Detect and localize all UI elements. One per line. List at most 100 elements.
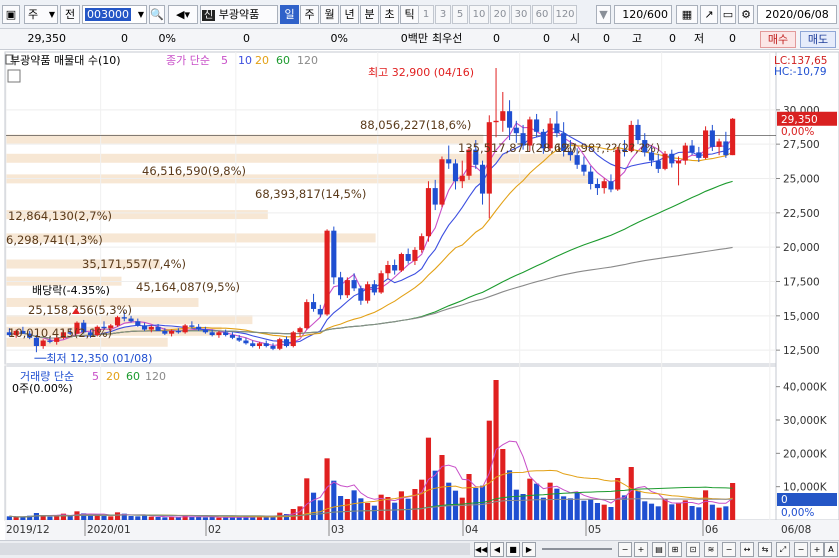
grid-icon[interactable]: ⊡: [686, 542, 700, 557]
volume-bar: [358, 498, 364, 520]
stock-chart[interactable]: 10,010,415(2,1%) 25,158,256(5,3%) 45,164,0…: [0, 50, 839, 540]
date-field[interactable]: 2020/06/08: [757, 5, 837, 24]
high-annotation: 최고 32,900 (04/16): [368, 66, 474, 79]
candle-body: [202, 329, 208, 333]
candle-body: [500, 111, 506, 121]
chevron-down-icon[interactable]: ▼: [596, 5, 611, 24]
volume-bar: [196, 517, 202, 520]
stock-name-field[interactable]: 신 부광약품: [200, 5, 278, 24]
view-mode-icon[interactable]: ▤: [652, 542, 666, 557]
zoom-out-icon[interactable]: −: [618, 542, 632, 557]
candle-body: [250, 343, 256, 347]
market-button[interactable]: 전: [60, 5, 80, 24]
scroll-right-icon[interactable]: ▶: [522, 542, 536, 557]
period-tab-0[interactable]: 일: [280, 5, 299, 24]
ma-legend-period: 60: [276, 54, 290, 67]
expand-icon[interactable]: ↔: [740, 542, 754, 557]
x-axis-label: 06: [705, 524, 719, 536]
increase-icon[interactable]: +: [810, 542, 824, 557]
history-scrollbar[interactable]: [0, 543, 470, 555]
candle-body: [675, 160, 682, 164]
indicator-icon[interactable]: ≋: [704, 542, 718, 557]
chart-type-icon[interactable]: ⊞: [668, 542, 682, 557]
interval-button-1[interactable]: 1: [418, 5, 434, 24]
candle-body: [182, 325, 188, 333]
volume-pct: 0%: [330, 32, 348, 45]
candle-body: [270, 346, 276, 349]
candle-body: [696, 152, 702, 158]
candle-body: [479, 164, 486, 194]
interval-button-60[interactable]: 60: [532, 5, 552, 24]
interval-button-3[interactable]: 3: [435, 5, 451, 24]
volume-bar: [365, 503, 371, 520]
candle-body: [223, 332, 229, 336]
volume-profile-label: 35,171,557(7,4%): [82, 257, 186, 271]
chevron-down-icon: ▼: [48, 10, 55, 19]
volume-bar: [500, 449, 506, 520]
candle-body: [493, 120, 499, 123]
zoom-in-icon[interactable]: +: [634, 542, 648, 557]
period-tab-5[interactable]: 초: [380, 5, 399, 24]
period-tab-6[interactable]: 틱: [400, 5, 419, 24]
sell-button[interactable]: 매도: [800, 31, 836, 48]
stock-name: 부광약품: [218, 8, 260, 21]
candle-body: [277, 339, 283, 349]
shrink-icon[interactable]: −: [722, 542, 736, 557]
decrease-icon[interactable]: −: [794, 542, 808, 557]
candle-body: [209, 332, 215, 336]
candle-body: [662, 153, 668, 169]
volume-value: 0: [243, 32, 250, 45]
interval-button-20[interactable]: 20: [490, 5, 510, 24]
speaker-icon[interactable]: ◀▾: [168, 5, 198, 24]
count-value: 120/600: [622, 8, 668, 21]
compare-icon[interactable]: ⇆: [758, 542, 772, 557]
scroll-start-icon[interactable]: ◀◀: [474, 542, 488, 557]
candle-body: [263, 343, 269, 347]
volume-bar: [506, 470, 513, 520]
gear-icon[interactable]: ⚙: [738, 5, 754, 24]
volume-bar: [47, 516, 53, 520]
chart-window-icon[interactable]: ▣: [2, 5, 20, 24]
volume-bar: [67, 516, 73, 520]
volume-tick-label: 20,000K: [783, 448, 828, 460]
type-dropdown[interactable]: 주 ▼: [24, 5, 58, 24]
open-price: 0: [603, 32, 610, 45]
candle-body: [385, 265, 391, 274]
candle-body: [290, 332, 296, 347]
interval-button-10[interactable]: 10: [469, 5, 489, 24]
scroll-left-icon[interactable]: ◀: [490, 542, 504, 557]
search-icon[interactable]: 🔍: [149, 5, 165, 24]
period-tab-1[interactable]: 주: [300, 5, 319, 24]
font-size-icon[interactable]: A: [824, 542, 838, 557]
volume-panel-frame: [4, 365, 777, 521]
candle-body: [506, 111, 513, 128]
volume-info: 0주(0.00%): [12, 382, 73, 395]
interval-button-30[interactable]: 30: [511, 5, 531, 24]
ma-legend-period: 20: [255, 54, 269, 67]
period-tab-3[interactable]: 년: [340, 5, 359, 24]
chevron-down-icon: ▼: [137, 10, 144, 19]
stock-code-input[interactable]: 003000 ▼: [82, 5, 147, 24]
volume-bar: [141, 515, 148, 520]
volume-bar: [513, 489, 519, 520]
volume-bar: [696, 507, 702, 520]
interval-button-120[interactable]: 120: [553, 5, 577, 24]
draw-tools-icon[interactable]: ↗: [700, 5, 718, 24]
fit-icon[interactable]: ⤢: [776, 542, 790, 557]
candle-body: [574, 155, 580, 165]
interval-button-5[interactable]: 5: [452, 5, 468, 24]
candle-body: [378, 273, 384, 293]
candle-body: [405, 254, 411, 261]
period-tab-2[interactable]: 월: [320, 5, 339, 24]
candle-body: [452, 163, 459, 182]
period-tab-4[interactable]: 분: [360, 5, 379, 24]
zoom-slider[interactable]: [542, 548, 612, 550]
volume-profile-label: 127,98?,??(2?,?%): [555, 141, 660, 155]
buy-button[interactable]: 매수: [760, 31, 796, 48]
stop-icon[interactable]: ■: [506, 542, 520, 557]
save-icon[interactable]: ▭: [720, 5, 736, 24]
chart-tools-icon[interactable]: ▦: [676, 5, 698, 24]
volume-bar: [486, 420, 492, 520]
volume-bar: [344, 499, 350, 520]
count-field[interactable]: 120/600: [614, 5, 672, 24]
